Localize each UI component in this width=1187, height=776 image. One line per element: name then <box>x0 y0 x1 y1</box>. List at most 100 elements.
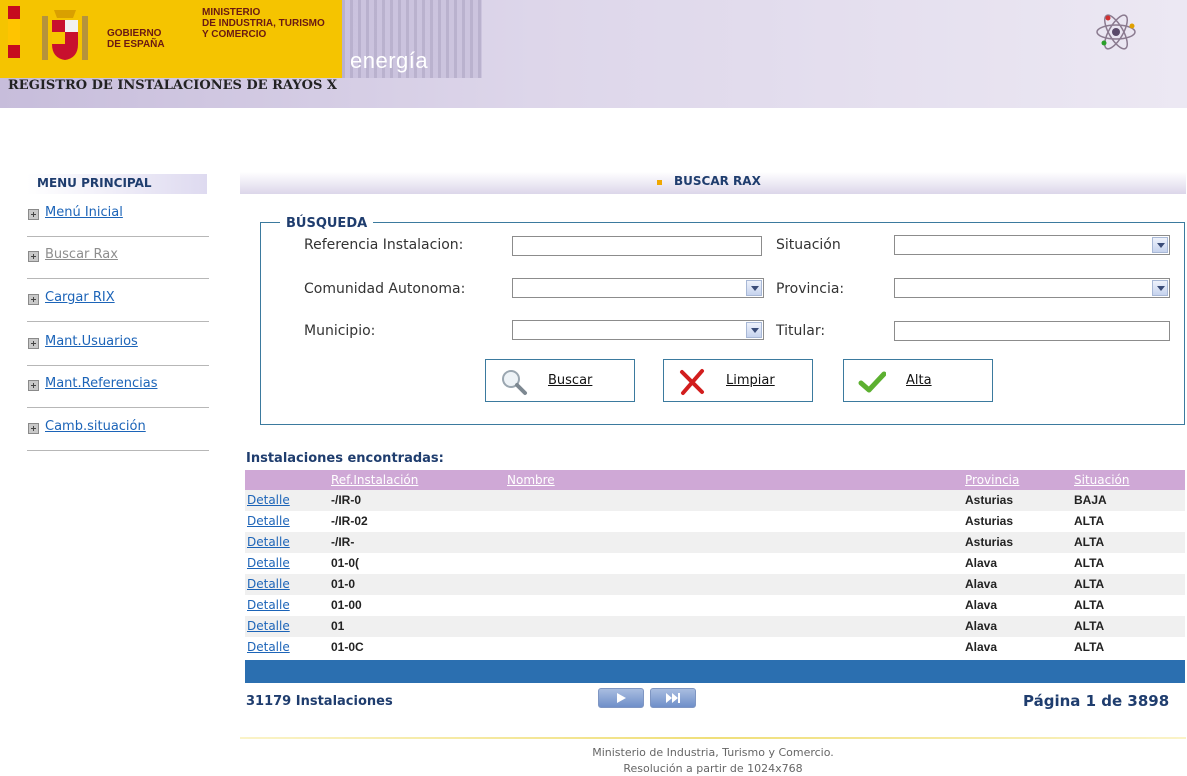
situacion-cell: ALTA <box>1074 640 1105 654</box>
situacion-cell: BAJA <box>1074 493 1107 507</box>
column-header-situacion[interactable]: Situación <box>1074 473 1130 487</box>
ref-cell: 01-0C <box>331 640 364 654</box>
next-page-button[interactable] <box>598 688 644 708</box>
chevron-down-icon[interactable] <box>746 280 762 296</box>
last-page-button[interactable] <box>650 688 696 708</box>
title-bullet-icon <box>657 180 662 185</box>
sidebar-item-label[interactable]: Camb.situación <box>45 419 146 434</box>
coat-of-arms-logo <box>42 10 88 60</box>
situacion-cell: ALTA <box>1074 577 1105 591</box>
provincia-select[interactable] <box>894 278 1170 298</box>
sidebar-item-mant-usuarios[interactable]: Mant.Usuarios <box>27 332 209 372</box>
sidebar-divider <box>27 365 209 366</box>
results-title: Instalaciones encontradas: <box>246 451 444 466</box>
column-header-provincia[interactable]: Provincia <box>965 473 1019 487</box>
provincia-cell: Alava <box>965 640 998 654</box>
sidebar-item-label[interactable]: Mant.Usuarios <box>45 334 138 349</box>
footer-ministry: Ministerio de Industria, Turismo y Comer… <box>592 746 834 759</box>
table-row: Detalle -/IR-0 Asturias BAJA <box>245 490 1185 511</box>
detalle-link[interactable]: Detalle <box>247 619 290 633</box>
detalle-link[interactable]: Detalle <box>247 577 290 591</box>
provincia-cell: Alava <box>965 577 998 591</box>
brand-wordmark: energía <box>350 48 429 73</box>
referencia-label: Referencia Instalacion: <box>304 237 464 253</box>
detalle-link[interactable]: Detalle <box>247 493 290 507</box>
sidebar-divider <box>27 321 209 322</box>
footer-resolution: Resolución a partir de 1024x768 <box>623 762 803 775</box>
chevron-down-icon[interactable] <box>1152 237 1168 253</box>
table-row: Detalle 01-0C Alava ALTA <box>245 637 1185 658</box>
ref-cell: 01 <box>331 619 345 633</box>
limpiar-button[interactable]: Limpiar <box>663 359 813 402</box>
detalle-link[interactable]: Detalle <box>247 514 290 528</box>
chevron-down-icon[interactable] <box>746 322 762 338</box>
sidebar-item-label[interactable]: Cargar RIX <box>45 290 115 305</box>
sidebar-item-label[interactable]: Mant.Referencias <box>45 376 157 391</box>
expand-plus-icon <box>28 251 39 262</box>
provincia-cell: Alava <box>965 556 998 570</box>
gov-name-line2: DE ESPAÑA <box>107 39 165 50</box>
column-header-ref[interactable]: Ref.Instalación <box>331 473 418 487</box>
alta-button-label[interactable]: Alta <box>906 373 932 388</box>
ref-cell: -/IR-02 <box>331 514 368 528</box>
table-row: Detalle 01-0 Alava ALTA <box>245 574 1185 595</box>
detalle-link[interactable]: Detalle <box>247 535 290 549</box>
ministry-name-line2: DE INDUSTRIA, TURISMO <box>202 18 325 29</box>
sidebar-item-mant-referencias[interactable]: Mant.Referencias <box>27 374 209 414</box>
situacion-select[interactable] <box>894 235 1170 255</box>
table-row: Detalle 01 Alava ALTA <box>245 616 1185 637</box>
sidebar-item-buscar-rax[interactable]: Buscar Rax <box>27 245 209 285</box>
limpiar-button-label[interactable]: Limpiar <box>726 373 775 388</box>
buscar-button-label[interactable]: Buscar <box>548 373 592 388</box>
municipio-select[interactable] <box>512 320 764 340</box>
detalle-link[interactable]: Detalle <box>247 640 290 654</box>
sidebar-item-menu-inicial[interactable]: Menú Inicial <box>27 203 209 243</box>
ref-cell: -/IR-0 <box>331 493 361 507</box>
titular-label: Titular: <box>776 323 826 339</box>
chevron-down-icon[interactable] <box>1152 280 1168 296</box>
buscar-button[interactable]: Buscar <box>485 359 635 402</box>
page-indicator: Página 1 de 3898 <box>1023 692 1170 710</box>
titular-input[interactable] <box>894 321 1170 341</box>
provincia-cell: Asturias <box>965 535 1014 549</box>
app-header: GOBIERNO DE ESPAÑA MINISTERIO DE INDUSTR… <box>0 0 1187 108</box>
sidebar-title: MENU PRINCIPAL <box>37 176 152 190</box>
table-row: Detalle -/IR- Asturias ALTA <box>245 532 1185 553</box>
skip-last-icon <box>666 693 680 703</box>
situacion-cell: ALTA <box>1074 598 1105 612</box>
provincia-cell: Alava <box>965 619 998 633</box>
sidebar-item-camb-situacion[interactable]: Camb.situación <box>27 417 209 457</box>
search-legend: BÚSQUEDA <box>280 216 374 231</box>
comunidad-select[interactable] <box>512 278 764 298</box>
spain-flag-strip <box>8 6 20 58</box>
sidebar-item-label[interactable]: Buscar Rax <box>45 247 118 262</box>
table-row: Detalle 01-00 Alava ALTA <box>245 595 1185 616</box>
ministry-name-line1: MINISTERIO <box>202 7 261 18</box>
provincia-cell: Asturias <box>965 514 1014 528</box>
results-table-footer <box>245 660 1185 683</box>
column-header-nombre[interactable]: Nombre <box>507 473 555 487</box>
situacion-cell: ALTA <box>1074 619 1105 633</box>
detalle-link[interactable]: Detalle <box>247 598 290 612</box>
situacion-cell: ALTA <box>1074 514 1105 528</box>
sidebar-item-label[interactable]: Menú Inicial <box>45 205 123 220</box>
ref-cell: 01-0 <box>331 577 356 591</box>
sidebar-divider <box>27 236 209 237</box>
expand-plus-icon <box>28 294 39 305</box>
expand-plus-icon <box>28 209 39 220</box>
green-check-icon <box>858 371 886 393</box>
table-row: Detalle 01-0( Alava ALTA <box>245 553 1185 574</box>
sidebar-divider <box>27 450 209 451</box>
situacion-cell: ALTA <box>1074 535 1105 549</box>
referencia-input[interactable] <box>512 236 762 256</box>
situacion-label: Situación <box>776 237 841 253</box>
expand-plus-icon <box>28 338 39 349</box>
sidebar-item-cargar-rix[interactable]: Cargar RIX <box>27 288 209 328</box>
alta-button[interactable]: Alta <box>843 359 993 402</box>
sidebar-divider <box>27 407 209 408</box>
page-title: BUSCAR RAX <box>674 174 761 188</box>
atom-icon <box>1096 14 1136 50</box>
sidebar-divider <box>27 278 209 279</box>
detalle-link[interactable]: Detalle <box>247 556 290 570</box>
provincia-cell: Asturias <box>965 493 1014 507</box>
